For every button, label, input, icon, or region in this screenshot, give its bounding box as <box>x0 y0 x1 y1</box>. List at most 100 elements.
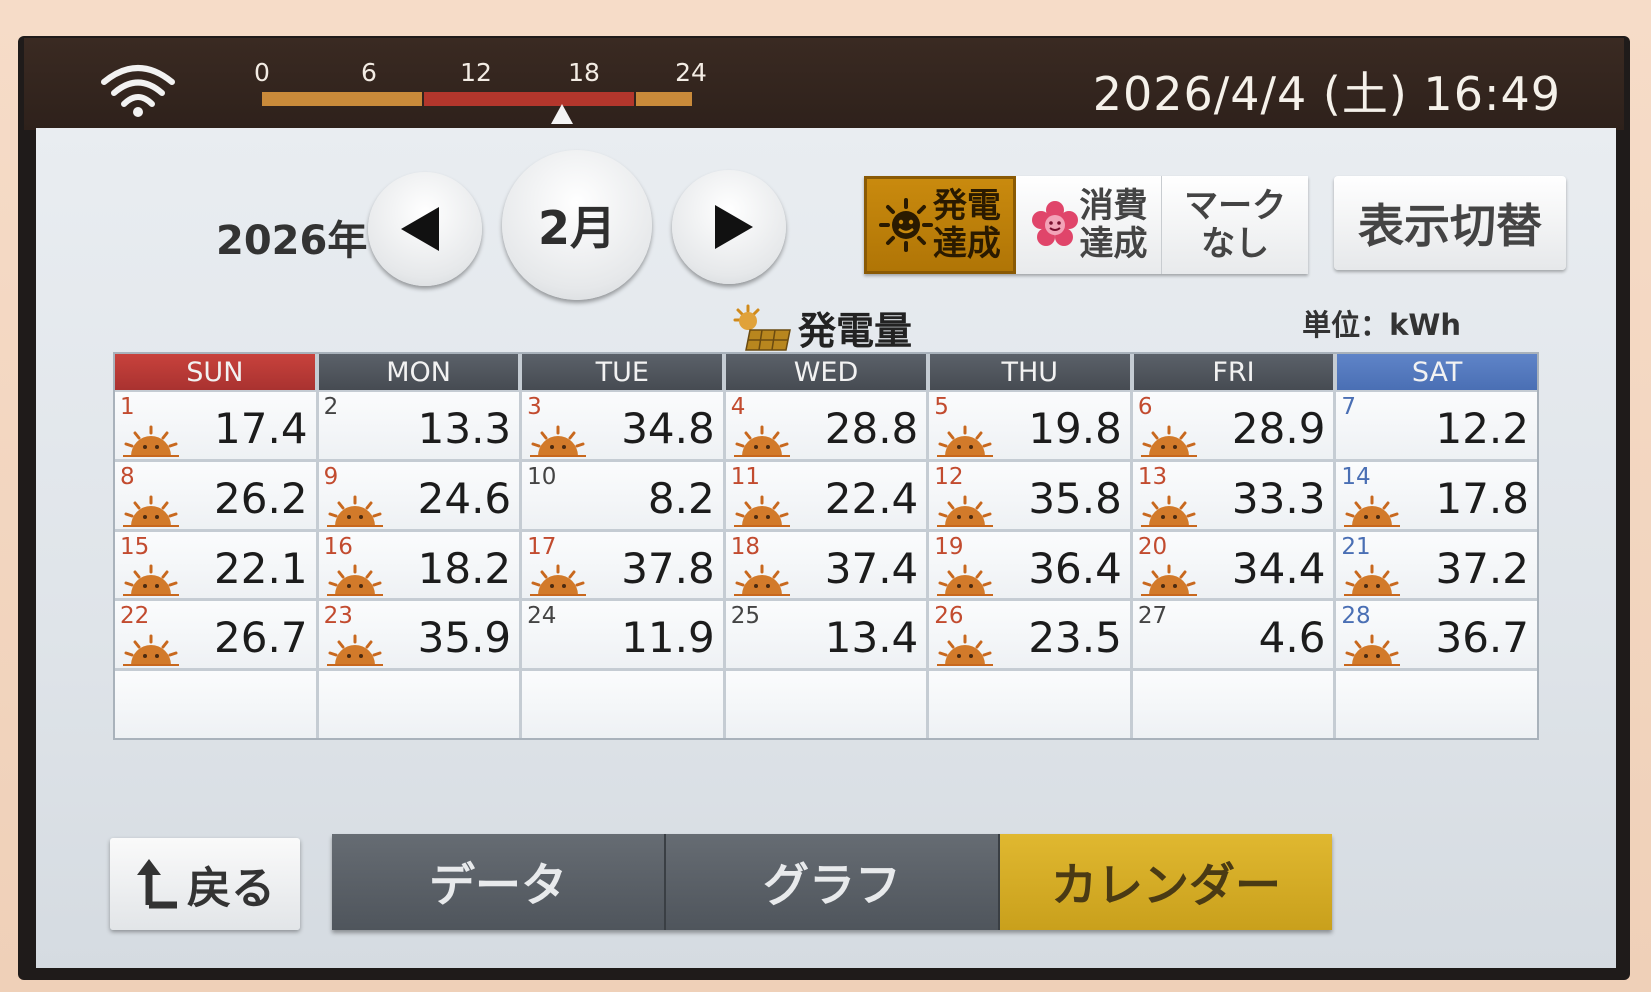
sun-mark-icon <box>937 634 994 667</box>
calendar-day-cell[interactable]: 27 4.6 <box>1132 601 1334 669</box>
calendar-day-cell[interactable]: 17 37.8 <box>522 531 723 599</box>
calendar-day-cell[interactable]: 26 23.5 <box>929 601 1130 669</box>
day-generation-value: 37.4 <box>824 543 919 593</box>
calendar-day-cell[interactable]: 15 22.1 <box>115 531 316 599</box>
calendar-title: 発電量 <box>732 300 912 355</box>
sun-mark-icon <box>733 495 790 527</box>
day-generation-value: 36.7 <box>1435 613 1529 663</box>
day-generation-value: 23.5 <box>1028 613 1122 663</box>
calendar-empty-cell <box>725 671 927 738</box>
sun-mark-icon <box>733 564 790 597</box>
calendar-day-cell[interactable]: 22 26.7 <box>115 601 316 669</box>
sun-mark-icon <box>530 425 587 457</box>
tab-graph[interactable]: グラフ <box>666 834 1000 930</box>
day-number: 5 <box>934 394 949 420</box>
flower-icon <box>1031 201 1078 246</box>
day-number: 16 <box>323 533 353 560</box>
display-switch-button[interactable]: 表示切替 <box>1334 176 1566 270</box>
mark-consumption-achieved-button[interactable]: 消費 達成 <box>1015 176 1163 274</box>
calendar-day-cell[interactable]: 20 34.4 <box>1132 531 1334 599</box>
day-number: 20 <box>1137 533 1168 560</box>
mark-option-group: 発電 達成 消費 達成 マーク なし <box>864 176 1309 274</box>
weekday-sun: SUN <box>115 354 315 390</box>
calendar-day-cell[interactable]: 18 37.4 <box>725 531 927 599</box>
calendar-day-cell[interactable]: 21 37.2 <box>1336 531 1537 599</box>
tab-calendar[interactable]: カレンダー <box>1000 834 1332 930</box>
back-button[interactable]: 戻る <box>110 838 300 930</box>
sun-mark-icon <box>937 564 994 597</box>
weekday-wed: WED <box>726 354 926 390</box>
day-generation-value: 26.2 <box>214 473 308 523</box>
day-number: 13 <box>1137 463 1168 490</box>
wifi-icon <box>101 65 175 117</box>
calendar-days: 1 17.4 2 13.3 3 34.8 4 28.8 5 19.8 6 28.9 7 12.2 8 26.2… <box>115 392 1537 738</box>
timeline-label: 18 <box>568 58 600 87</box>
sun-mark-icon <box>733 425 790 457</box>
calendar-day-cell[interactable]: 8 26.2 <box>115 461 316 529</box>
calendar-day-cell[interactable]: 13 33.3 <box>1132 461 1334 529</box>
current-time-marker <box>551 104 574 124</box>
timeline-label: 6 <box>361 58 377 87</box>
calendar-day-cell[interactable]: 4 28.8 <box>725 392 927 459</box>
day-number: 3 <box>527 394 542 420</box>
calendar-day-cell[interactable]: 23 35.9 <box>318 601 520 669</box>
year-label: 2026年 <box>216 218 368 264</box>
sun-mark-icon <box>1140 425 1197 457</box>
mark-generation-achieved-button[interactable]: 発電 達成 <box>864 176 1016 274</box>
day-generation-value: 19.8 <box>1028 404 1122 453</box>
calendar-empty-cell <box>522 671 723 738</box>
day-number: 7 <box>1341 394 1357 420</box>
next-month-button[interactable] <box>672 170 786 284</box>
day-number: 18 <box>730 533 760 560</box>
calendar-empty-cell <box>115 671 316 738</box>
day-generation-value: 22.1 <box>214 543 308 593</box>
weekday-fri: FRI <box>1133 354 1334 390</box>
view-tab-bar: データ グラフ カレンダー <box>332 834 1332 930</box>
return-arrow-icon <box>137 859 177 909</box>
calendar-day-cell[interactable]: 14 17.8 <box>1336 461 1537 529</box>
day-generation-value: 12.2 <box>1435 404 1529 453</box>
sun-mark-icon <box>326 564 383 597</box>
calendar-day-cell[interactable]: 5 19.8 <box>929 392 1130 459</box>
calendar-grid: SUN MON TUE WED THU FRI SAT 1 17.4 2 13.3 3 3… <box>113 352 1539 740</box>
calendar-day-cell[interactable]: 25 13.4 <box>725 601 927 669</box>
sun-mark-icon <box>326 495 383 527</box>
calendar-day-cell[interactable]: 3 34.8 <box>522 392 723 459</box>
calendar-day-cell[interactable]: 6 28.9 <box>1132 392 1334 459</box>
timeline-peak-band <box>424 92 634 106</box>
mark-option-label: マーク なし <box>1184 186 1287 264</box>
mark-option-label: 消費 達成 <box>1079 186 1148 264</box>
timeline-label: 0 <box>254 58 270 87</box>
day-number: 12 <box>934 463 964 490</box>
mark-none-button[interactable]: マーク なし <box>1162 176 1309 274</box>
calendar-empty-cell <box>318 671 520 738</box>
prev-month-button[interactable] <box>368 172 482 286</box>
calendar-day-cell[interactable]: 1 17.4 <box>115 392 316 459</box>
calendar-day-cell[interactable]: 9 24.6 <box>318 461 520 529</box>
day-generation-value: 4.6 <box>1258 613 1326 663</box>
sun-mark-icon <box>1140 564 1197 597</box>
month-selector-button[interactable]: 2月 <box>502 150 652 300</box>
day-number: 26 <box>934 603 964 630</box>
day-number: 15 <box>120 533 150 560</box>
month-label: 2月 <box>537 201 616 255</box>
tab-data[interactable]: データ <box>332 834 666 930</box>
day-number: 23 <box>323 603 353 630</box>
calendar-day-cell[interactable]: 2 13.3 <box>318 392 520 459</box>
calendar-day-cell[interactable]: 10 8.2 <box>522 461 723 529</box>
calendar-day-cell[interactable]: 11 22.4 <box>725 461 927 529</box>
day-generation-value: 17.8 <box>1435 473 1529 523</box>
mark-option-label: 発電 達成 <box>932 186 1001 264</box>
calendar-day-cell[interactable]: 28 36.7 <box>1336 601 1537 669</box>
calendar-day-cell[interactable]: 19 36.4 <box>929 531 1130 599</box>
day-generation-value: 26.7 <box>214 613 308 663</box>
calendar-day-cell[interactable]: 12 35.8 <box>929 461 1130 529</box>
calendar-day-cell[interactable]: 7 12.2 <box>1336 392 1537 459</box>
weekday-tue: TUE <box>522 354 723 390</box>
weekday-thu: THU <box>929 354 1130 390</box>
sun-face-icon <box>878 198 933 252</box>
calendar-day-cell[interactable]: 24 11.9 <box>522 601 723 669</box>
calendar-empty-cell <box>929 671 1130 738</box>
unit-label: 単位：kWh <box>1302 308 1461 342</box>
calendar-day-cell[interactable]: 16 18.2 <box>318 531 520 599</box>
